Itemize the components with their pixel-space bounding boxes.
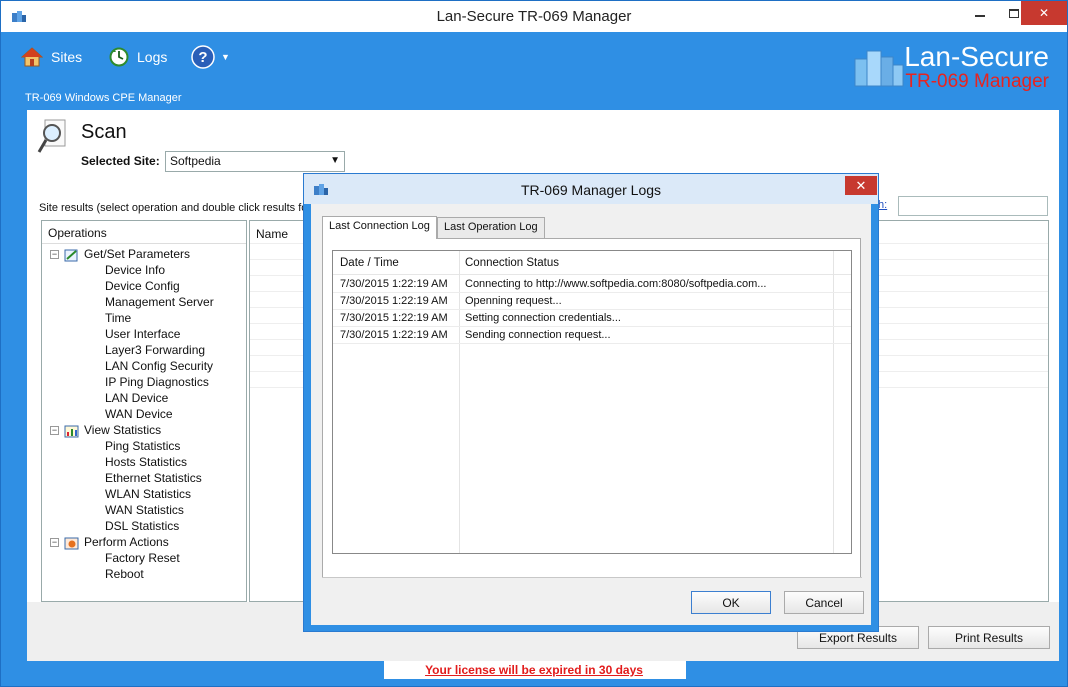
tree-item[interactable]: WAN Statistics [105, 503, 184, 517]
search-input[interactable] [898, 196, 1048, 216]
log-row[interactable]: 7/30/2015 1:22:19 AM Openning request... [333, 293, 851, 310]
tree-group-perform-actions[interactable]: − Perform Actions [50, 535, 169, 550]
tree-group-view-statistics[interactable]: − View Statistics [50, 423, 161, 438]
logs-button[interactable]: Logs [109, 44, 167, 70]
brand-logo: Lan-Secure TR-069 Manager [904, 43, 1049, 93]
log-row[interactable]: 7/30/2015 1:22:19 AM Connecting to http:… [333, 276, 851, 293]
minimize-button[interactable] [963, 1, 997, 25]
site-select-value: Softpedia [170, 154, 221, 168]
tree-item[interactable]: Hosts Statistics [105, 455, 187, 469]
chevron-down-icon: ▼ [221, 52, 230, 62]
ok-button[interactable]: OK [691, 591, 771, 614]
window-title: Lan-Secure TR-069 Manager [436, 8, 632, 25]
sites-label: Sites [51, 49, 83, 65]
chevron-down-icon: ▼ [330, 155, 340, 166]
collapse-icon[interactable]: − [50, 250, 59, 260]
tree-item[interactable]: LAN Config Security [105, 359, 213, 373]
site-results-label: Site results (select operation and doubl… [39, 202, 312, 214]
tree-item[interactable]: Layer3 Forwarding [105, 343, 205, 357]
tab-panel: Date / Time Connection Status 7/30/2015 … [322, 238, 861, 578]
print-results-button[interactable]: Print Results [928, 626, 1050, 649]
get-set-icon [64, 249, 78, 262]
tree-item[interactable]: User Interface [105, 327, 180, 341]
svg-text:?: ? [198, 49, 207, 66]
scan-magnifier-icon [37, 119, 66, 153]
logs-label: Logs [137, 49, 168, 65]
tab-last-connection-log[interactable]: Last Connection Log [322, 216, 437, 239]
sites-button[interactable]: Sites [21, 44, 82, 70]
license-warning-link[interactable]: Your license will be expired in 30 days [1, 663, 1067, 677]
tree-item[interactable]: Device Info [105, 263, 165, 277]
search-link[interactable]: h: [878, 199, 887, 211]
brand-line1: Lan-Secure [904, 41, 1049, 72]
log-row[interactable]: 7/30/2015 1:22:19 AM Sending connection … [333, 327, 851, 344]
help-icon: ? [191, 45, 215, 69]
collapse-icon[interactable]: − [50, 538, 59, 548]
tree-item[interactable]: WLAN Statistics [105, 487, 191, 501]
close-icon: ✕ [855, 177, 867, 193]
tree-item[interactable]: WAN Device [105, 407, 173, 421]
help-menu-button[interactable]: ? ▼ [191, 44, 230, 70]
tree-item[interactable]: Time [105, 311, 131, 325]
tree-item[interactable]: Device Config [105, 279, 180, 293]
selected-site-label: Selected Site: [81, 154, 160, 168]
actions-icon [64, 537, 79, 550]
dialog-title: TR-069 Manager Logs [520, 182, 662, 198]
tree-item[interactable]: Ping Statistics [105, 439, 180, 453]
tree-item[interactable]: Management Server [105, 295, 214, 309]
close-button[interactable]: ✕ [1021, 1, 1067, 25]
page-title: Scan [81, 121, 127, 143]
column-header-name[interactable]: Name [256, 227, 288, 241]
minimize-icon [975, 15, 985, 17]
brand-line2: TR-069 Manager [905, 71, 1049, 92]
site-select[interactable]: Softpedia ▼ [165, 151, 345, 172]
collapse-icon[interactable]: − [50, 426, 59, 436]
log-list[interactable]: Date / Time Connection Status 7/30/2015 … [332, 250, 852, 554]
brand-buildings-icon [854, 50, 904, 87]
column-header-date-time[interactable]: Date / Time [340, 257, 399, 269]
dialog-body: Last Connection Log Last Operation Log D… [311, 204, 871, 625]
dialog-divider [322, 577, 862, 578]
statistics-icon [64, 425, 79, 438]
tree-item[interactable]: DSL Statistics [105, 519, 179, 533]
main-window: Lan-Secure TR-069 Manager ✕ Sites Logs ?… [0, 0, 1068, 687]
tree-item[interactable]: IP Ping Diagnostics [105, 375, 209, 389]
operations-tree: Operations − Get/Set Parameters Device In… [41, 220, 247, 602]
operations-header: Operations [48, 226, 107, 240]
tab-last-operation-log[interactable]: Last Operation Log [437, 217, 545, 238]
subtitle: TR-069 Windows CPE Manager [25, 92, 182, 104]
logs-clock-icon [109, 47, 129, 67]
cancel-button[interactable]: Cancel [784, 591, 864, 614]
column-header-connection-status[interactable]: Connection Status [465, 257, 559, 269]
title-bar: Lan-Secure TR-069 Manager ✕ [1, 1, 1067, 32]
tree-group-get-set[interactable]: − Get/Set Parameters [50, 247, 190, 262]
tree-item[interactable]: Factory Reset [105, 551, 180, 565]
maximize-icon [1009, 8, 1019, 18]
tree-item[interactable]: LAN Device [105, 391, 168, 405]
dialog-close-button[interactable]: ✕ [845, 176, 877, 195]
log-row[interactable]: 7/30/2015 1:22:19 AM Setting connection … [333, 310, 851, 327]
tree-item[interactable]: Ethernet Statistics [105, 471, 202, 485]
close-icon: ✕ [1038, 6, 1050, 20]
tree-item[interactable]: Reboot [105, 567, 144, 581]
home-icon [21, 47, 43, 67]
log-list-header: Date / Time Connection Status [333, 251, 851, 275]
logs-dialog: TR-069 Manager Logs ✕ Last Connection Lo… [303, 173, 879, 632]
